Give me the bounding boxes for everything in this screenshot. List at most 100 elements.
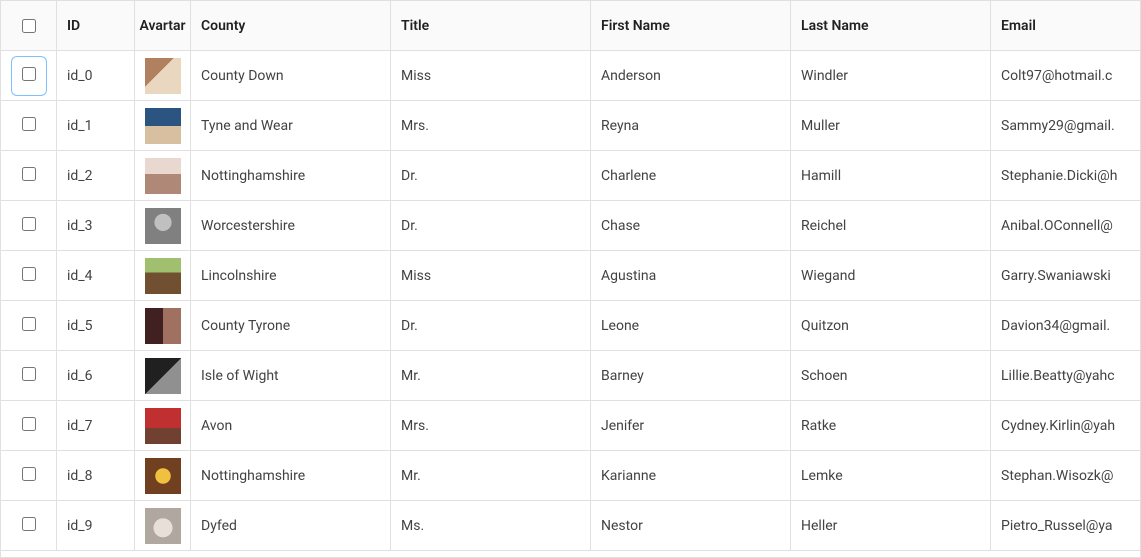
row-checkbox-cell [1, 251, 57, 300]
header-row: ID Avartar County Title First Name Last … [1, 1, 1140, 51]
cell-last-name: Schoen [791, 351, 991, 400]
cell-title: Mrs. [391, 401, 591, 450]
avatar [145, 158, 181, 194]
table-row[interactable]: id_9DyfedMs.NestorHellerPietro_Russel@ya [1, 501, 1140, 551]
cell-id: id_5 [57, 301, 135, 350]
cell-title: Mr. [391, 351, 591, 400]
header-email[interactable]: Email [991, 1, 1141, 50]
cell-county: Nottinghamshire [191, 451, 391, 500]
cell-title: Dr. [391, 151, 591, 200]
table-row[interactable]: id_5County TyroneDr.LeoneQuitzonDavion34… [1, 301, 1140, 351]
cell-id: id_0 [57, 51, 135, 100]
header-county[interactable]: County [191, 1, 391, 50]
table-row[interactable]: id_2NottinghamshireDr.CharleneHamillStep… [1, 151, 1140, 201]
avatar [145, 508, 181, 544]
cell-county: Worcestershire [191, 201, 391, 250]
cell-county: Lincolnshire [191, 251, 391, 300]
cell-last-name: Quitzon [791, 301, 991, 350]
avatar [145, 308, 181, 344]
row-checkbox-cell [1, 101, 57, 150]
row-checkbox[interactable] [22, 217, 36, 231]
cell-title: Mrs. [391, 101, 591, 150]
cell-county: County Down [191, 51, 391, 100]
cell-first-name: Barney [591, 351, 791, 400]
cell-county: Nottinghamshire [191, 151, 391, 200]
cell-avatar [135, 101, 191, 150]
cell-email: Lillie.Beatty@yahc [991, 351, 1140, 400]
row-checkbox[interactable] [22, 417, 36, 431]
cell-email: Sammy29@gmail. [991, 101, 1140, 150]
cell-title: Miss [391, 251, 591, 300]
cell-first-name: Chase [591, 201, 791, 250]
cell-title: Miss [391, 51, 591, 100]
cell-title: Dr. [391, 301, 591, 350]
row-checkbox[interactable] [22, 317, 36, 331]
header-title[interactable]: Title [391, 1, 591, 50]
cell-last-name: Lemke [791, 451, 991, 500]
table-row[interactable]: id_1Tyne and WearMrs.ReynaMullerSammy29@… [1, 101, 1140, 151]
cell-avatar [135, 351, 191, 400]
row-checkbox-cell [1, 351, 57, 400]
cell-first-name: Leone [591, 301, 791, 350]
cell-email: Anibal.OConnell@ [991, 201, 1140, 250]
cell-first-name: Reyna [591, 101, 791, 150]
row-checkbox-cell [1, 501, 57, 550]
table-row[interactable]: id_4LincolnshireMissAgustinaWiegandGarry… [1, 251, 1140, 301]
row-checkbox[interactable] [22, 67, 36, 81]
cell-first-name: Charlene [591, 151, 791, 200]
header-last-name[interactable]: Last Name [791, 1, 991, 50]
cell-email: Garry.Swaniawski [991, 251, 1140, 300]
cell-email: Colt97@hotmail.c [991, 51, 1140, 100]
cell-id: id_2 [57, 151, 135, 200]
header-checkbox-cell [1, 1, 57, 50]
cell-id: id_7 [57, 401, 135, 450]
table-row[interactable]: id_7AvonMrs.JeniferRatkeCydney.Kirlin@ya… [1, 401, 1140, 451]
cell-first-name: Karianne [591, 451, 791, 500]
cell-email: Cydney.Kirlin@yah [991, 401, 1140, 450]
cell-id: id_8 [57, 451, 135, 500]
table-row[interactable]: id_0County DownMissAndersonWindlerColt97… [1, 51, 1140, 101]
row-checkbox[interactable] [22, 467, 36, 481]
avatar [145, 358, 181, 394]
avatar [145, 408, 181, 444]
row-checkbox[interactable] [22, 517, 36, 531]
cell-last-name: Windler [791, 51, 991, 100]
avatar [145, 458, 181, 494]
table-row[interactable]: id_6 Isle of WightMr.BarneySchoenLillie.B… [1, 351, 1140, 401]
header-first-name[interactable]: First Name [591, 1, 791, 50]
row-checkbox[interactable] [22, 367, 36, 381]
avatar [145, 58, 181, 94]
select-all-checkbox[interactable] [22, 19, 36, 33]
row-checkbox-cell [1, 201, 57, 250]
row-checkbox-cell [1, 301, 57, 350]
row-checkbox-cell [1, 451, 57, 500]
grid-body[interactable]: id_0County DownMissAndersonWindlerColt97… [1, 51, 1140, 557]
row-checkbox-cell [1, 401, 57, 450]
cell-avatar [135, 501, 191, 550]
header-avatar[interactable]: Avartar [135, 1, 191, 50]
row-checkbox[interactable] [22, 267, 36, 281]
row-checkbox[interactable] [22, 117, 36, 131]
cell-avatar [135, 301, 191, 350]
cell-id: id_1 [57, 101, 135, 150]
cell-id: id_6 [57, 351, 135, 400]
cell-county: Tyne and Wear [191, 101, 391, 150]
cell-avatar [135, 251, 191, 300]
avatar [145, 108, 181, 144]
cell-email: Pietro_Russel@ya [991, 501, 1140, 550]
row-checkbox[interactable] [22, 167, 36, 181]
avatar [145, 208, 181, 244]
header-id[interactable]: ID [57, 1, 135, 50]
cell-avatar [135, 201, 191, 250]
table-row[interactable]: id_8NottinghamshireMr.KarianneLemkeSteph… [1, 451, 1140, 501]
cell-avatar [135, 51, 191, 100]
cell-county: County Tyrone [191, 301, 391, 350]
cell-title: Mr. [391, 451, 591, 500]
cell-last-name: Heller [791, 501, 991, 550]
cell-last-name: Ratke [791, 401, 991, 450]
cell-avatar [135, 401, 191, 450]
cell-county: Isle of Wight [191, 351, 391, 400]
table-row[interactable]: id_3WorcestershireDr.ChaseReichelAnibal.… [1, 201, 1140, 251]
cell-id: id_4 [57, 251, 135, 300]
cell-county: Dyfed [191, 501, 391, 550]
